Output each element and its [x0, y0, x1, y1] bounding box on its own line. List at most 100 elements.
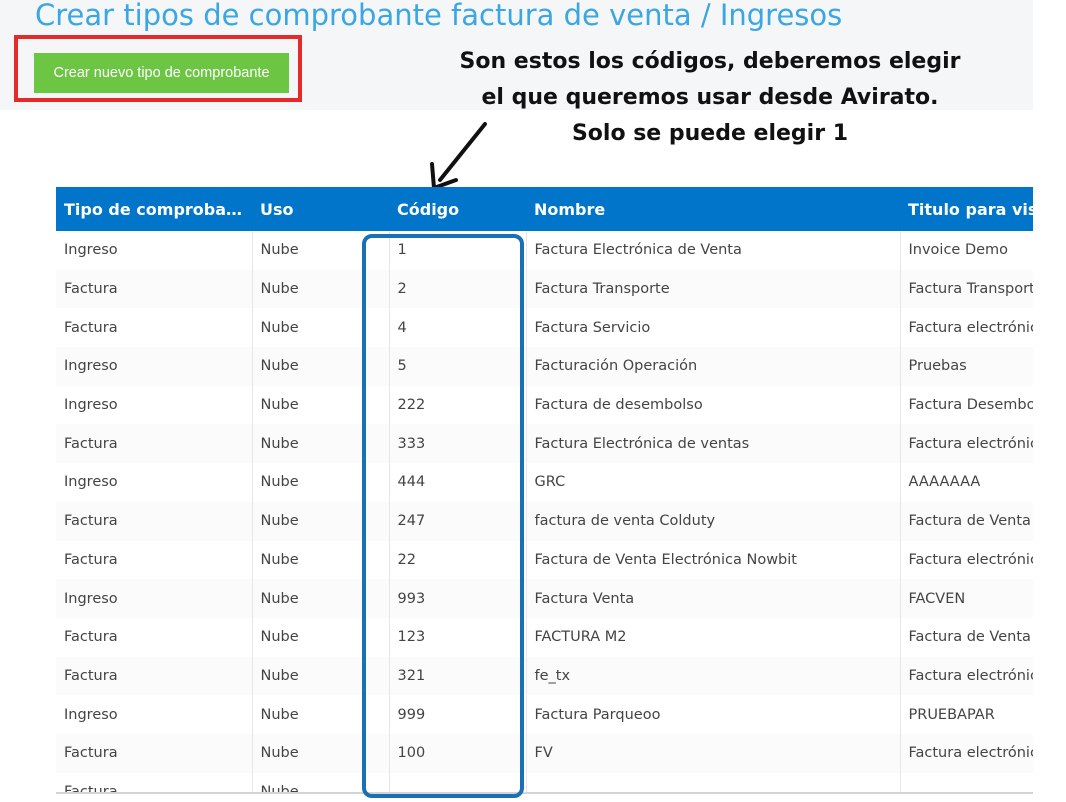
cell-nombre: Factura Electrónica de ventas	[526, 424, 901, 464]
cell-codigo: 4	[389, 308, 527, 348]
cell-tipo: Ingreso	[56, 231, 253, 270]
cell-nombre: Factura Parqueoo	[526, 695, 901, 734]
cell-uso: Nube	[252, 385, 390, 425]
cell-uso: Nube	[252, 424, 390, 464]
cell-nombre: Factura Transporte	[526, 269, 901, 309]
table-row[interactable]: Factura Nube 321 fe_tx Factura electrónica	[56, 656, 1033, 696]
cell-tipo: Factura	[56, 269, 253, 309]
cell-titulo: AAAAAAA	[900, 463, 1033, 502]
cell-uso: Nube	[252, 231, 390, 270]
cell-uso: Nube	[252, 772, 390, 792]
cell-uso: Nube	[252, 656, 390, 696]
cell-uso: Nube	[252, 695, 390, 734]
cell-codigo: 333	[389, 424, 527, 464]
arrow-down-left-icon	[430, 122, 487, 190]
cell-tipo: Factura	[56, 772, 253, 792]
table-row[interactable]: Factura Nube 100 FV Factura electrónica	[56, 733, 1033, 773]
cell-tipo: Ingreso	[56, 385, 253, 425]
cell-tipo: Ingreso	[56, 695, 253, 734]
cell-nombre: Factura de desembolso	[526, 385, 901, 425]
page-title: Crear tipos de comprobante factura de ve…	[35, 0, 843, 32]
cell-uso: Nube	[252, 347, 390, 386]
cell-tipo: Factura	[56, 656, 253, 696]
table-row[interactable]: Ingreso Nube 999 Factura Parqueoo PRUEBAPAR	[56, 695, 1033, 734]
cell-codigo: 993	[389, 579, 527, 618]
voucher-types-table: Tipo de comproba… Uso Código Nombre Titu…	[56, 187, 1033, 794]
cell-codigo: 100	[389, 733, 527, 773]
cell-nombre: factura de venta Colduty	[526, 501, 901, 541]
cell-nombre: FACTURA M2	[526, 617, 901, 657]
cell-uso: Nube	[252, 308, 390, 348]
cell-tipo: Ingreso	[56, 347, 253, 386]
screenshot-stage: Crear tipos de comprobante factura de ve…	[0, 0, 1066, 802]
cell-titulo: Factura electrónica	[900, 733, 1033, 773]
annotation-line-2: el que queremos usar desde Avirato.	[481, 85, 939, 110]
cell-codigo: 321	[389, 656, 527, 696]
cell-uso: Nube	[252, 579, 390, 618]
cell-nombre: FV	[526, 733, 901, 773]
cell-tipo: Factura	[56, 540, 253, 580]
cell-titulo: Pruebas	[900, 347, 1033, 386]
cell-codigo: 444	[389, 463, 527, 502]
cell-uso: Nube	[252, 733, 390, 773]
table-row[interactable]: Factura Nube 4 Factura Servicio Factura elec…	[56, 308, 1033, 348]
column-header-nombre[interactable]: Nombre	[526, 187, 900, 231]
cell-codigo: 22	[389, 540, 527, 580]
cell-codigo: 222	[389, 385, 527, 425]
column-header-uso[interactable]: Uso	[252, 187, 389, 231]
column-header-titulo[interactable]: Titulo para visualizar	[900, 187, 1033, 231]
table-row[interactable]: Ingreso Nube 1 Factura Electrónica de Venta…	[56, 231, 1033, 270]
table-row[interactable]: Factura Nube 22 Factura de Venta Electrónic…	[56, 540, 1033, 580]
cell-nombre: Factura de Venta Electrónica Nowbit	[526, 540, 901, 580]
table-row[interactable]: Ingreso Nube 5 Facturación Operación Pruebas	[56, 347, 1033, 386]
cell-nombre: Factura Electrónica de Venta	[526, 231, 901, 270]
cell-nombre: GRC	[526, 463, 901, 502]
annotation-line-3: Solo se puede elegir 1	[571, 121, 849, 146]
column-header-tipo[interactable]: Tipo de comproba…	[56, 187, 252, 231]
annotation-text: Son estos los códigos, deberemos elegir …	[440, 44, 980, 152]
table-header-row: Tipo de comproba… Uso Código Nombre Titu…	[56, 187, 1033, 231]
cell-codigo: 247	[389, 501, 527, 541]
table-row[interactable]: Factura Nube 2 Factura Transporte Factura Tr…	[56, 269, 1033, 309]
table-row[interactable]: Ingreso Nube 222 Factura de desembolso Factu…	[56, 385, 1033, 425]
cell-titulo: PRUEBAPAR	[900, 695, 1033, 734]
table-row[interactable]: Ingreso Nube 444 GRC AAAAAAA	[56, 463, 1033, 502]
cell-titulo: Factura Transporte	[900, 269, 1033, 309]
cell-codigo: 1	[389, 231, 527, 270]
cell-nombre: Factura Venta	[526, 579, 901, 618]
cell-nombre	[526, 772, 901, 792]
cell-codigo: 2	[389, 269, 527, 309]
annotation-line-1: Son estos los códigos, deberemos elegir	[459, 49, 961, 74]
cell-titulo: Factura Desembolso	[900, 385, 1033, 425]
cell-titulo: Factura electrónica	[900, 540, 1033, 580]
cell-titulo: Factura de Venta	[900, 501, 1033, 541]
cell-codigo: 999	[389, 695, 527, 734]
cell-codigo: 123	[389, 617, 527, 657]
cell-codigo: 5	[389, 347, 527, 386]
cell-tipo: Ingreso	[56, 579, 253, 618]
cell-uso: Nube	[252, 501, 390, 541]
cell-titulo: Invoice Demo	[900, 231, 1033, 270]
cell-tipo: Factura	[56, 308, 253, 348]
cell-nombre: fe_tx	[526, 656, 901, 696]
cell-tipo: Ingreso	[56, 463, 253, 502]
table-row[interactable]: Factura Nube	[56, 772, 1033, 792]
cell-titulo: FACVEN	[900, 579, 1033, 618]
cell-nombre: Factura Servicio	[526, 308, 901, 348]
table-row[interactable]: Factura Nube 333 Factura Electrónica de ven…	[56, 424, 1033, 464]
table-row[interactable]: Ingreso Nube 993 Factura Venta FACVEN	[56, 579, 1033, 618]
cell-tipo: Factura	[56, 733, 253, 773]
column-header-codigo[interactable]: Código	[389, 187, 526, 231]
cell-uso: Nube	[252, 617, 390, 657]
cell-nombre: Facturación Operación	[526, 347, 901, 386]
cell-codigo	[389, 772, 527, 792]
cell-tipo: Factura	[56, 617, 253, 657]
create-new-voucher-type-button[interactable]: Crear nuevo tipo de comprobante	[34, 53, 289, 93]
cell-titulo: Factura de Venta	[900, 617, 1033, 657]
cell-uso: Nube	[252, 463, 390, 502]
cell-titulo: Factura electrónica	[900, 656, 1033, 696]
cell-uso: Nube	[252, 540, 390, 580]
table-row[interactable]: Factura Nube 247 factura de venta Colduty Fa…	[56, 501, 1033, 541]
table-row[interactable]: Factura Nube 123 FACTURA M2 Factura de Venta	[56, 617, 1033, 657]
cell-tipo: Factura	[56, 501, 253, 541]
